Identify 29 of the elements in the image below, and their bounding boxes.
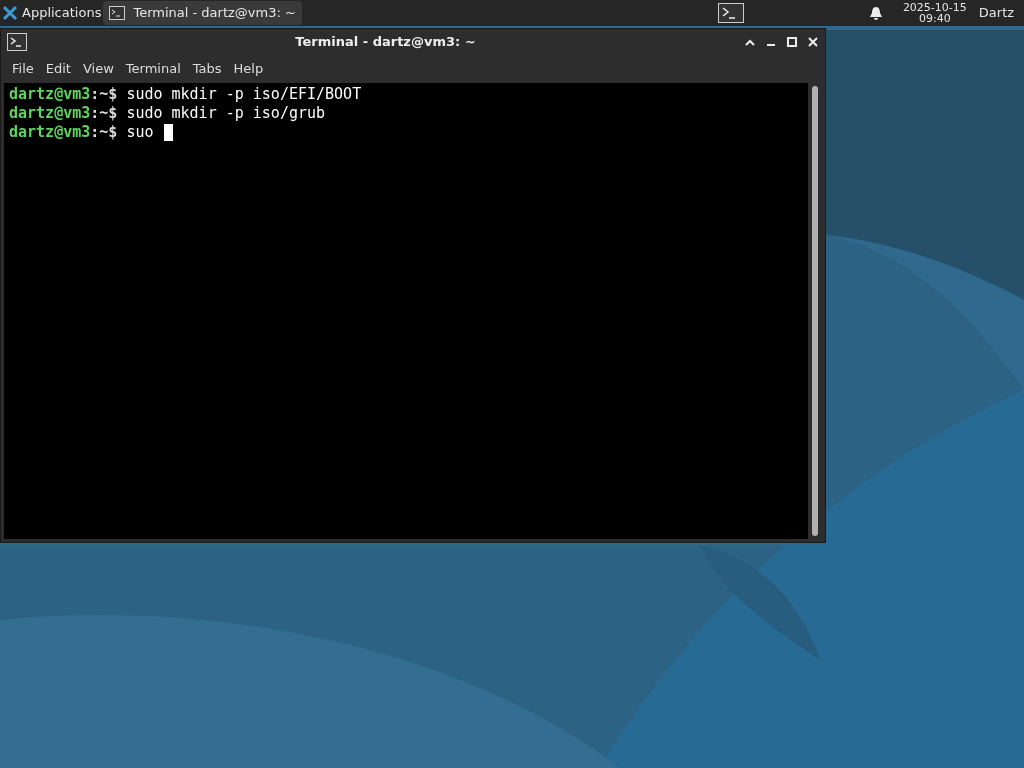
prompt-path: :~$ (90, 122, 118, 144)
app-launcher-icon (2, 5, 18, 21)
taskbar-item[interactable]: Terminal - dartz@vm3: ~ (103, 1, 302, 25)
terminal-launcher-icon[interactable] (716, 2, 745, 24)
menu-item[interactable]: File (6, 59, 40, 79)
applications-menu[interactable]: Applications (0, 0, 104, 26)
menu-item[interactable]: Tabs (186, 59, 228, 79)
prompt-user: dartz@vm3 (9, 122, 91, 144)
user-menu[interactable]: Dartz (978, 3, 1015, 23)
prompt-user: dartz@vm3 (9, 84, 91, 106)
collapse-icon[interactable] (744, 37, 756, 47)
terminal-icon (109, 6, 126, 20)
menu-item[interactable]: Help (227, 59, 270, 79)
prompt-path: :~$ (90, 103, 118, 125)
command-text: sudo mkdir -p iso/grub (126, 103, 326, 125)
command-text: sudo mkdir -p iso/EFI/BOOT (126, 84, 362, 106)
notification-bell-icon[interactable] (868, 6, 883, 20)
prompt-user: dartz@vm3 (9, 103, 91, 125)
clock-date: 2025-10-15 (902, 2, 967, 13)
window-title: Terminal - dartz@vm3: ~ (294, 33, 477, 52)
menu-item[interactable]: View (76, 59, 120, 79)
menu-item[interactable]: Terminal (119, 59, 187, 79)
menu-item[interactable]: Edit (39, 59, 77, 79)
prompt-path: :~$ (90, 84, 118, 106)
close-icon[interactable] (807, 36, 819, 48)
terminal-icon (7, 33, 27, 51)
maximize-icon[interactable] (786, 37, 798, 47)
clock-time: 09:40 (919, 13, 951, 24)
command-text: suo (126, 122, 154, 144)
